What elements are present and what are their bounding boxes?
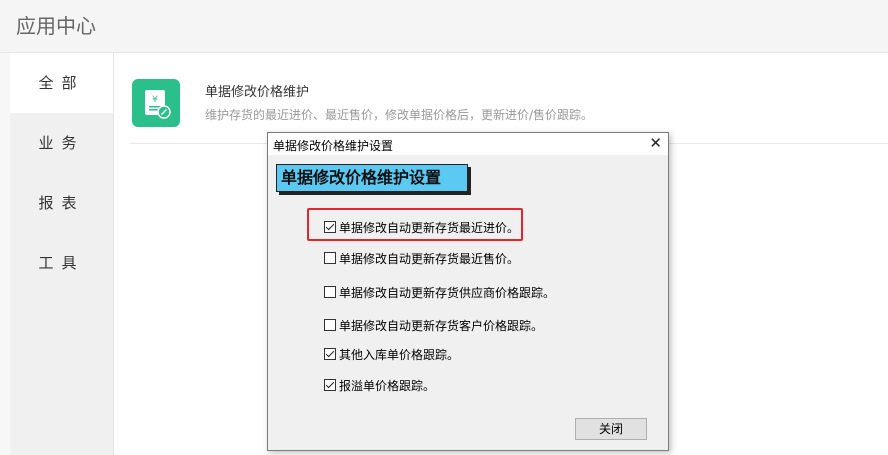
category-sidebar: 全部 业务 报表 工具 bbox=[10, 53, 114, 455]
option-other-inbound-price-tracking[interactable]: 其他入库单价格跟踪。 bbox=[324, 346, 459, 362]
sidebar-item-tools[interactable]: 工具 bbox=[10, 233, 113, 293]
dialog-banner: 单据修改价格维护设置 bbox=[276, 164, 468, 192]
receipt-price-icon[interactable]: ¥ bbox=[132, 79, 180, 127]
option-update-supplier-price-tracking[interactable]: 单据修改自动更新存货供应商价格跟踪。 bbox=[324, 284, 555, 300]
dialog-title: 单据修改价格维护设置 bbox=[273, 139, 394, 153]
close-button[interactable]: 关闭 bbox=[575, 418, 647, 440]
checkbox[interactable] bbox=[324, 252, 336, 264]
checkbox[interactable] bbox=[324, 221, 336, 233]
dialog-titlebar: 单据修改价格维护设置 ✕ bbox=[268, 133, 668, 155]
option-label: 单据修改自动更新存货最近售价。 bbox=[339, 251, 520, 266]
page-title: 应用中心 bbox=[16, 14, 96, 38]
option-update-latest-purchase-price[interactable]: 单据修改自动更新存货最近进价。 bbox=[324, 219, 519, 235]
sidebar-item-all[interactable]: 全部 bbox=[10, 53, 113, 113]
option-overflow-price-tracking[interactable]: 报溢单价格跟踪。 bbox=[324, 377, 435, 393]
checkbox[interactable] bbox=[324, 286, 336, 298]
app-description: 维护存货的最近进价、最近售价，修改单据价格后，更新进价/售价跟踪。 bbox=[205, 108, 594, 122]
svg-text:¥: ¥ bbox=[152, 95, 158, 105]
option-update-latest-sale-price[interactable]: 单据修改自动更新存货最近售价。 bbox=[324, 250, 519, 266]
option-update-customer-price-tracking[interactable]: 单据修改自动更新存货客户价格跟踪。 bbox=[324, 317, 543, 333]
option-label: 单据修改自动更新存货供应商价格跟踪。 bbox=[339, 285, 556, 300]
option-label: 单据修改自动更新存货客户价格跟踪。 bbox=[339, 318, 544, 333]
sidebar-item-reports[interactable]: 报表 bbox=[10, 173, 113, 233]
app-title[interactable]: 单据修改价格维护 bbox=[205, 81, 309, 100]
checkbox[interactable] bbox=[324, 319, 336, 331]
app-center-header: 应用中心 bbox=[0, 0, 888, 53]
close-icon[interactable]: ✕ bbox=[649, 135, 662, 151]
price-maintenance-settings-dialog: 单据修改价格维护设置 ✕ 单据修改价格维护设置 单据修改自动更新存货最近进价。 … bbox=[267, 132, 669, 451]
option-label: 单据修改自动更新存货最近进价。 bbox=[339, 220, 520, 235]
checkbox[interactable] bbox=[324, 348, 336, 360]
sidebar-item-business[interactable]: 业务 bbox=[10, 113, 113, 173]
option-label: 其他入库单价格跟踪。 bbox=[339, 347, 460, 362]
checkbox[interactable] bbox=[324, 379, 336, 391]
option-label: 报溢单价格跟踪。 bbox=[339, 378, 436, 393]
